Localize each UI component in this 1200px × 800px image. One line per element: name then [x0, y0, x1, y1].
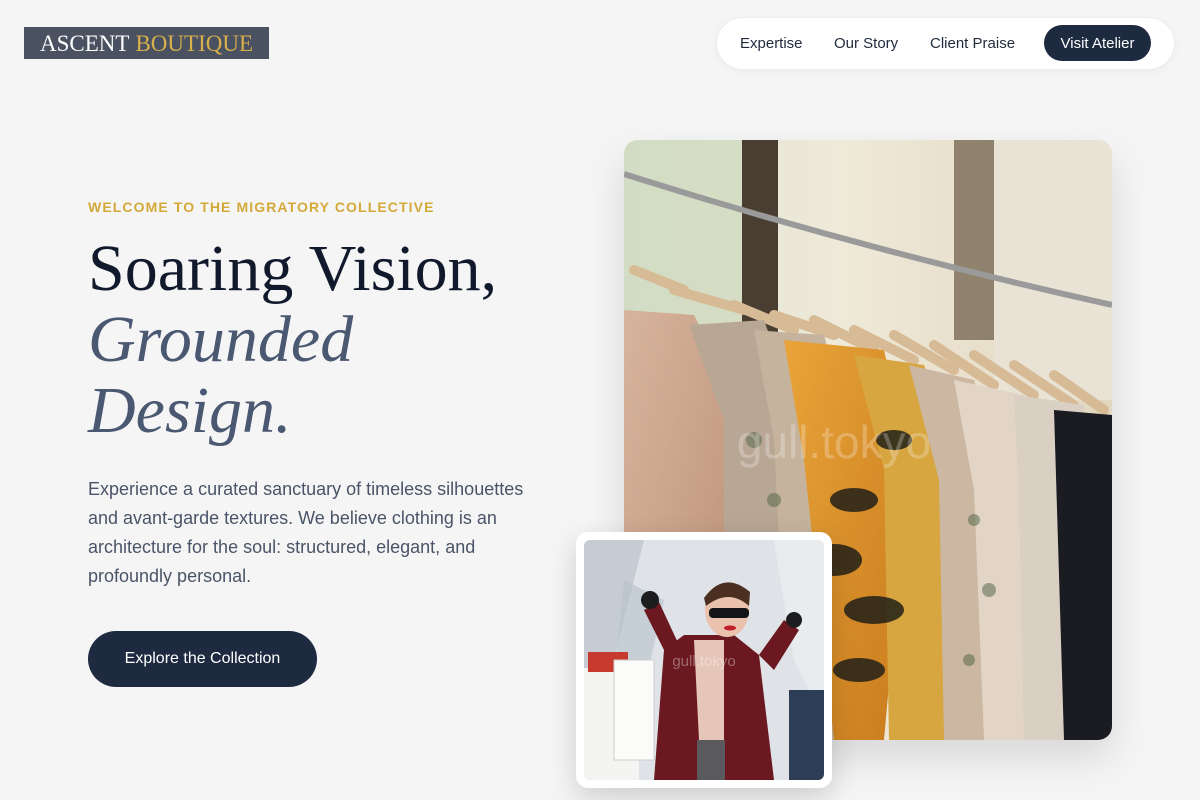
secondary-watermark: gull.tokyo: [672, 653, 735, 670]
nav-link-client-praise[interactable]: Client Praise: [930, 18, 1015, 69]
main-watermark: gull.tokyo: [737, 416, 931, 468]
brand-logo[interactable]: ASCENT BOUTIQUE: [24, 27, 269, 59]
hero-eyebrow: WELCOME TO THE MIGRATORY COLLECTIVE: [88, 199, 435, 215]
shopper-photo: gull.tokyo: [584, 540, 824, 780]
visit-atelier-button[interactable]: Visit Atelier: [1044, 25, 1151, 61]
hero-headline: Soaring Vision, Grounded Design.: [88, 233, 497, 446]
nav-link-our-story[interactable]: Our Story: [834, 18, 898, 69]
brand-word-boutique: BOUTIQUE: [135, 30, 253, 56]
top-navigation: Expertise Our Story Client Praise Visit …: [716, 17, 1175, 70]
nav-link-expertise[interactable]: Expertise: [740, 18, 803, 69]
headline-line-1: Soaring Vision,: [88, 232, 498, 305]
headline-line-2: Grounded: [88, 303, 354, 376]
shopper-image-card: gull.tokyo: [576, 532, 832, 788]
explore-collection-button[interactable]: Explore the Collection: [88, 631, 317, 687]
brand-word-ascent: ASCENT: [40, 30, 130, 56]
shopper-image: gull.tokyo: [584, 540, 824, 780]
headline-line-3: Design.: [88, 374, 292, 447]
hero-description: Experience a curated sanctuary of timele…: [88, 479, 524, 586]
